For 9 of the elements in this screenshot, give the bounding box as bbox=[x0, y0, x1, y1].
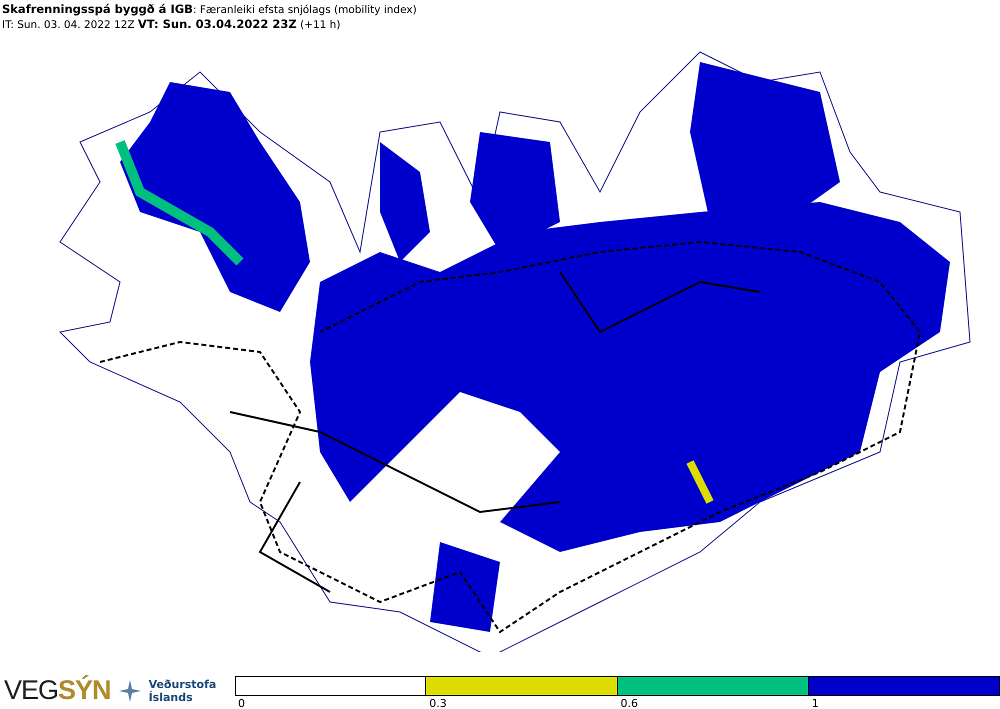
legend-tick-label: 0.3 bbox=[428, 697, 447, 709]
vegsyn-logo: VEGSÝN bbox=[4, 675, 111, 705]
legend-tick-label: 1 bbox=[810, 697, 819, 709]
office-logo-text: Íslands bbox=[148, 690, 194, 704]
legend-tick-label: 0 bbox=[237, 697, 245, 709]
map-title: Skafrenningsspá byggð á IGB: Færanleiki efsta snjólags (mobility index) bbox=[2, 4, 417, 16]
office-logo-text: Veðurstofa bbox=[148, 678, 216, 690]
legend-tick-label: 0.6 bbox=[620, 697, 638, 709]
forecast-times: IT: Sun. 03. 04. 2022 12Z VT: Sun. 03.04.2022 23Z (+11 h) bbox=[2, 19, 340, 31]
